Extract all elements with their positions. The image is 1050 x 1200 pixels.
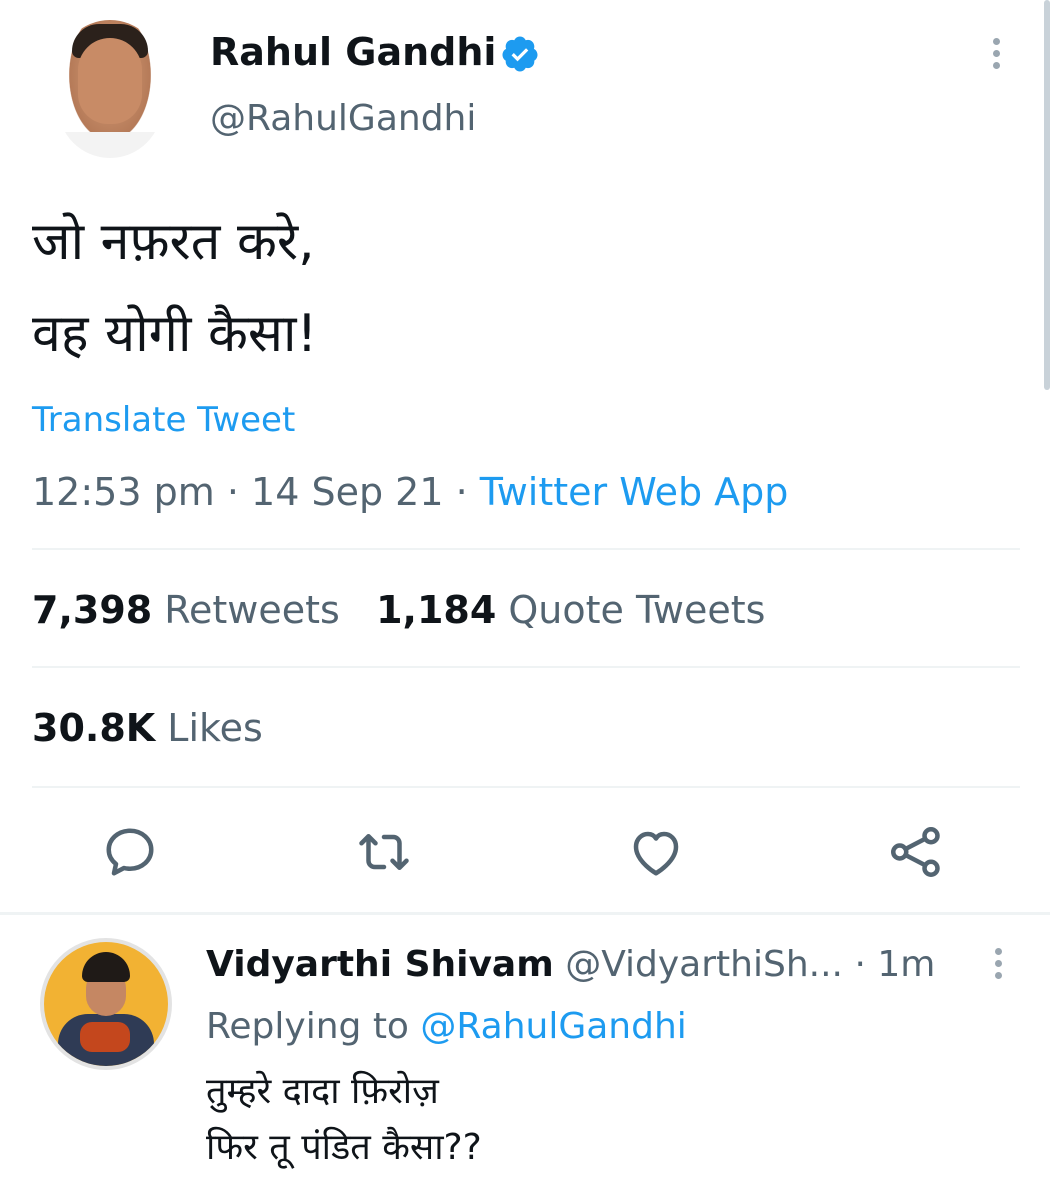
retweet-quote-stats: 7,398 Retweets 1,184 Quote Tweets bbox=[32, 588, 765, 632]
meta-separator: · bbox=[226, 470, 239, 514]
more-dot bbox=[992, 38, 1000, 45]
scrollbar[interactable] bbox=[1044, 0, 1050, 390]
reply-icon[interactable] bbox=[100, 822, 160, 882]
tweet-text: जो नफ़रत करे, वह योगी कैसा! bbox=[32, 212, 318, 364]
author-avatar[interactable] bbox=[58, 20, 162, 158]
reply-author-handle[interactable]: @VidyarthiSh... bbox=[565, 944, 843, 985]
retweet-icon[interactable] bbox=[354, 822, 414, 882]
replying-to-label: Replying to bbox=[206, 1006, 409, 1047]
verified-badge-icon bbox=[500, 34, 540, 74]
tweet-date: 14 Sep 21 bbox=[251, 470, 444, 514]
like-icon[interactable] bbox=[626, 822, 686, 882]
quote-tweets-link[interactable]: 1,184 Quote Tweets bbox=[376, 588, 765, 632]
tweet-time: 12:53 pm bbox=[32, 470, 215, 514]
avatar-hair bbox=[82, 952, 130, 982]
reply-author-avatar[interactable] bbox=[40, 938, 172, 1070]
likes-link[interactable]: 30.8K Likes bbox=[32, 706, 263, 750]
likes-count: 30.8K bbox=[32, 706, 156, 750]
more-dot bbox=[994, 960, 1002, 967]
more-dot bbox=[994, 948, 1002, 955]
retweets-count: 7,398 bbox=[32, 588, 153, 632]
more-dot bbox=[992, 50, 1000, 57]
quote-tweets-label: Quote Tweets bbox=[508, 588, 766, 632]
likes-label: Likes bbox=[167, 706, 263, 750]
reply-time[interactable]: 1m bbox=[877, 944, 935, 985]
author-handle[interactable]: @RahulGandhi bbox=[210, 98, 476, 139]
divider bbox=[32, 666, 1020, 668]
retweets-link[interactable]: 7,398 Retweets bbox=[32, 588, 340, 632]
retweets-label: Retweets bbox=[164, 588, 340, 632]
divider bbox=[32, 548, 1020, 550]
replying-to-mention[interactable]: @RahulGandhi bbox=[420, 1006, 686, 1047]
reply-header: Vidyarthi Shivam @VidyarthiSh... · 1m bbox=[206, 944, 935, 985]
divider bbox=[32, 786, 1020, 788]
tweet-meta: 12:53 pm · 14 Sep 21 · Twitter Web App bbox=[32, 470, 788, 514]
replying-to-line: Replying to @RahulGandhi bbox=[206, 1006, 687, 1047]
avatar-shirt bbox=[58, 132, 162, 158]
tweet-reply-divider bbox=[0, 912, 1050, 915]
quote-tweets-count: 1,184 bbox=[376, 588, 497, 632]
share-icon[interactable] bbox=[886, 822, 946, 882]
meta-separator: · bbox=[455, 470, 468, 514]
reply-more-options-icon[interactable] bbox=[988, 948, 1008, 988]
reply-author-name[interactable]: Vidyarthi Shivam bbox=[206, 944, 554, 985]
tweet-source-link[interactable]: Twitter Web App bbox=[480, 470, 789, 514]
avatar-scarf bbox=[80, 1022, 130, 1052]
reply-text: तुम्हरे दादा फ़िरोज़ फिर तू पंडित कैसा?? bbox=[206, 1071, 482, 1168]
avatar-face bbox=[78, 38, 142, 124]
reply-separator: · bbox=[854, 944, 866, 985]
more-dot bbox=[994, 972, 1002, 979]
more-dot bbox=[992, 62, 1000, 69]
translate-tweet-link[interactable]: Translate Tweet bbox=[32, 400, 295, 440]
more-options-icon[interactable] bbox=[986, 38, 1006, 78]
author-name[interactable]: Rahul Gandhi bbox=[210, 30, 496, 74]
